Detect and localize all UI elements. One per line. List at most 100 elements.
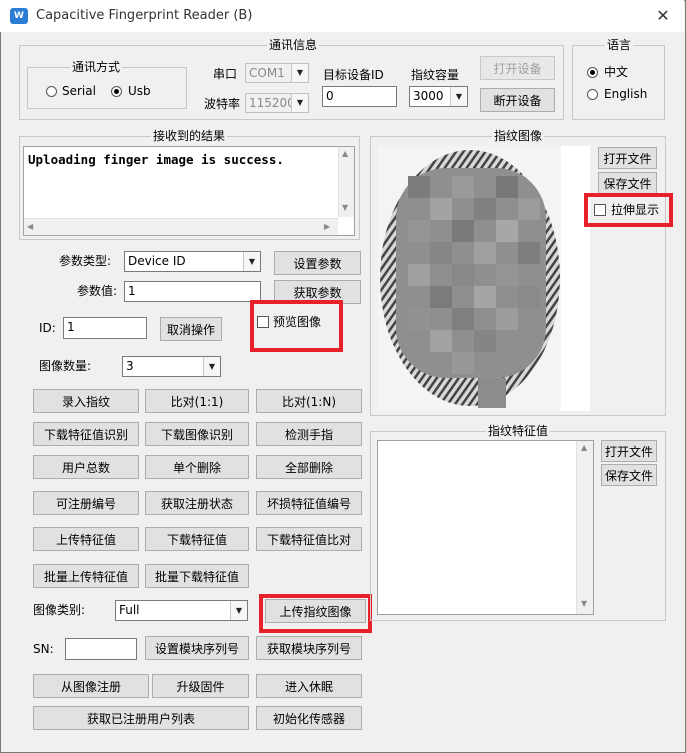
fingerprint-save-file-button[interactable]: 保存文件: [598, 172, 657, 194]
window-title: Capacitive Fingerprint Reader (B): [36, 8, 253, 23]
usb-radio[interactable]: [111, 86, 122, 97]
received-text: Uploading finger image is success.: [28, 152, 284, 167]
image-type-value: Full: [119, 603, 140, 617]
batch-download-feature-button[interactable]: 批量下载特征值: [145, 564, 249, 588]
param-value-input[interactable]: 1: [124, 281, 261, 302]
single-delete-button[interactable]: 单个删除: [145, 455, 249, 479]
enter-sleep-button[interactable]: 进入休眠: [256, 674, 362, 698]
upload-feature-button[interactable]: 上传特征值: [33, 527, 139, 551]
download-feature-compare-button[interactable]: 下载特征值比对: [256, 527, 362, 551]
init-sensor-button[interactable]: 初始化传感器: [256, 706, 362, 730]
image-count-label: 图像数量:: [39, 359, 92, 373]
vertical-scrollbar[interactable]: ▲ ▼: [338, 147, 354, 217]
set-params-button[interactable]: 设置参数: [274, 251, 361, 275]
feature-save-file-button[interactable]: 保存文件: [601, 464, 657, 486]
baud-value: 115200: [249, 96, 295, 110]
download-feature-identify-button[interactable]: 下载特征值识别: [33, 422, 139, 446]
image-type-select[interactable]: Full ▼: [115, 600, 248, 621]
image-count-value: 3: [126, 359, 134, 373]
image-count-select[interactable]: 3 ▼: [122, 356, 221, 377]
chevron-down-icon: ▼: [243, 252, 260, 271]
param-type-label: 参数类型:: [59, 254, 112, 268]
port-label: 串口: [213, 67, 238, 81]
language-title: 语言: [605, 38, 634, 52]
capacity-value: 3000: [413, 89, 444, 103]
close-device-button[interactable]: 断开设备: [480, 88, 555, 112]
image-margin: [561, 146, 590, 411]
id-label: ID:: [39, 321, 56, 335]
language-group: [572, 45, 665, 120]
feature-value-textarea[interactable]: ▲ ▼: [377, 440, 594, 615]
download-image-identify-button[interactable]: 下载图像识别: [145, 422, 249, 446]
target-id-input[interactable]: 0: [322, 86, 397, 107]
usb-label: Usb: [128, 84, 151, 98]
scroll-down-icon[interactable]: ▼: [581, 599, 587, 608]
batch-upload-feature-button[interactable]: 批量上传特征值: [33, 564, 139, 588]
fingerprint-image-title: 指纹图像: [492, 129, 545, 143]
set-module-sn-button[interactable]: 设置模块序列号: [145, 636, 249, 660]
target-id-label: 目标设备ID: [323, 68, 384, 82]
damaged-feature-id-button[interactable]: 坏损特征值编号: [256, 491, 362, 515]
id-input[interactable]: 1: [63, 317, 147, 339]
param-value-label: 参数值:: [77, 284, 118, 298]
chinese-label: 中文: [604, 65, 629, 79]
download-feature-button[interactable]: 下载特征值: [145, 527, 249, 551]
chevron-down-icon: ▼: [230, 601, 247, 620]
received-title: 接收到的结果: [151, 129, 228, 143]
chevron-down-icon: ▼: [291, 94, 308, 112]
chevron-down-icon: ▼: [203, 357, 220, 376]
detect-finger-button[interactable]: 检测手指: [256, 422, 362, 446]
baud-select[interactable]: 115200 ▼: [245, 93, 309, 113]
horizontal-scrollbar[interactable]: ◀ ▶: [24, 218, 338, 235]
cancel-operation-button[interactable]: 取消操作: [160, 317, 222, 341]
fingerprint-image: [380, 150, 560, 408]
app-logo-icon: W: [10, 8, 28, 24]
serial-radio[interactable]: [46, 86, 57, 97]
feature-open-file-button[interactable]: 打开文件: [601, 440, 657, 462]
fingerprint-image-view: [378, 146, 590, 411]
registerable-id-button[interactable]: 可注册编号: [33, 491, 139, 515]
comm-mode-title: 通讯方式: [70, 60, 123, 74]
get-register-status-button[interactable]: 获取注册状态: [145, 491, 249, 515]
param-type-value: Device ID: [128, 254, 186, 268]
scroll-right-icon[interactable]: ▶: [324, 222, 330, 231]
open-device-button[interactable]: 打开设备: [480, 56, 555, 80]
scroll-up-icon[interactable]: ▲: [581, 443, 587, 452]
close-icon[interactable]: ✕: [652, 5, 674, 27]
chinese-radio[interactable]: [587, 67, 598, 78]
baud-label: 波特率: [204, 97, 241, 111]
vertical-scrollbar[interactable]: ▲ ▼: [576, 441, 593, 614]
highlight-box: [259, 594, 372, 633]
port-value: COM1: [249, 66, 285, 80]
get-module-sn-button[interactable]: 获取模块序列号: [256, 636, 362, 660]
enroll-button[interactable]: 录入指纹: [33, 389, 139, 413]
get-registered-users-button[interactable]: 获取已注册用户列表: [33, 706, 249, 730]
english-radio[interactable]: [587, 89, 598, 100]
highlight-box: [250, 300, 343, 352]
port-select[interactable]: COM1 ▼: [245, 63, 309, 83]
register-from-image-button[interactable]: 从图像注册: [33, 674, 149, 698]
capacity-select[interactable]: 3000 ▼: [409, 86, 468, 107]
user-total-button[interactable]: 用户总数: [33, 455, 139, 479]
capacity-label: 指纹容量: [411, 68, 460, 82]
english-label: English: [604, 87, 648, 101]
feature-value-title: 指纹特征值: [486, 424, 551, 438]
delete-all-button[interactable]: 全部删除: [256, 455, 362, 479]
match-1-1-button[interactable]: 比对(1:1): [145, 389, 249, 413]
param-type-select[interactable]: Device ID ▼: [124, 251, 261, 272]
fingerprint-open-file-button[interactable]: 打开文件: [598, 147, 657, 169]
sn-label: SN:: [33, 642, 54, 656]
match-1-n-button[interactable]: 比对(1:N): [256, 389, 362, 413]
scroll-down-icon[interactable]: ▼: [342, 203, 348, 212]
received-textarea[interactable]: Uploading finger image is success. ▲ ▼ ◀…: [23, 146, 355, 236]
scroll-up-icon[interactable]: ▲: [342, 149, 348, 158]
serial-label: Serial: [62, 84, 96, 98]
upgrade-firmware-button[interactable]: 升级固件: [152, 674, 249, 698]
image-type-label: 图像类别:: [33, 603, 86, 617]
sn-input[interactable]: [65, 638, 137, 660]
chevron-down-icon: ▼: [450, 87, 467, 106]
comm-info-title: 通讯信息: [267, 38, 320, 52]
scroll-left-icon[interactable]: ◀: [27, 222, 33, 231]
highlight-box: [584, 193, 673, 227]
chevron-down-icon: ▼: [291, 64, 308, 82]
